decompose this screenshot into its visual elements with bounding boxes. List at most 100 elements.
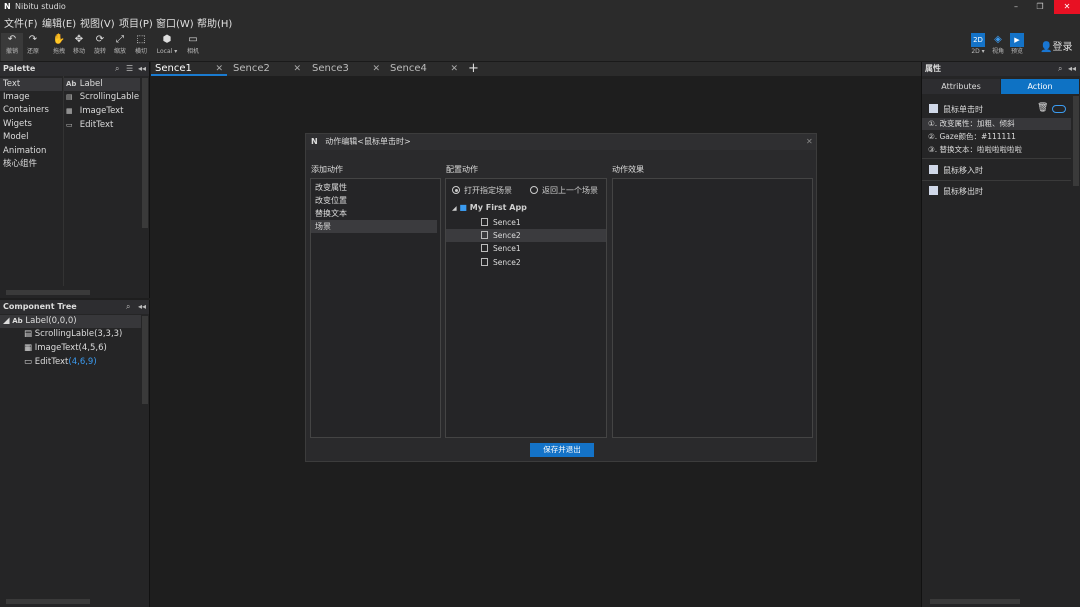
tab-label: Sence3 [312, 63, 349, 74]
action-line-1[interactable]: ①. 改变属性：加粗、倾斜 [928, 118, 1015, 130]
close-window-button[interactable]: ✕ [1054, 0, 1080, 14]
action-change-property[interactable]: 改变属性 [311, 181, 437, 194]
palette-category-containers[interactable]: Containers [0, 104, 62, 117]
close-icon[interactable]: ✕ [215, 62, 223, 76]
menu-file[interactable]: 文件(F) [4, 15, 38, 30]
collapse-icon[interactable]: ◂◂ [1068, 62, 1076, 76]
palette-category-animation[interactable]: Animation [0, 145, 62, 158]
menu-view[interactable]: 视图(V) [80, 15, 115, 30]
palette-category-image[interactable]: Image [0, 91, 62, 104]
close-icon[interactable]: ✕ [806, 134, 813, 150]
event-mouse-leave[interactable]: 鼠标移出时 [929, 185, 1069, 198]
tab-sence1[interactable]: Sence1 ✕ [151, 62, 227, 76]
toggle-switch[interactable] [1052, 105, 1066, 113]
folder-icon: ■ [459, 203, 467, 212]
restore-button[interactable]: ❐ [1028, 0, 1052, 14]
scrolling-icon: ▤ [24, 329, 33, 339]
tab-sence2[interactable]: Sence2 ✕ [229, 62, 305, 76]
save-and-exit-button[interactable]: 保存并退出 [530, 443, 594, 457]
login-button[interactable]: 👤登录 [1040, 38, 1072, 53]
tree-hscrollbar[interactable] [6, 599, 90, 604]
properties-scrollbar[interactable] [1073, 96, 1079, 186]
scale-tool-button[interactable]: ⤢ 缩放 [109, 33, 131, 61]
rotate-tool-button[interactable]: ⟳ 旋转 [89, 33, 111, 61]
properties-hscrollbar[interactable] [930, 599, 1020, 604]
tab-attributes[interactable]: Attributes [922, 79, 1000, 94]
action-change-position[interactable]: 改变位置 [311, 194, 437, 207]
trash-icon[interactable]: 🗑 [1037, 103, 1048, 113]
search-icon[interactable]: ⌕ [115, 62, 119, 76]
camera-button[interactable]: ▭ 相机 [182, 33, 204, 61]
rect-tool-button[interactable]: ⬚ 横切 [130, 33, 152, 61]
tree-item-imagetext[interactable]: ▦ ImageText(4,5,6) [24, 342, 107, 355]
local-dropdown[interactable]: ⬢ Local ▾ [155, 33, 179, 61]
palette-category-text[interactable]: Text [0, 78, 62, 91]
palette-category-core[interactable]: 核心组件 [0, 158, 62, 171]
2d-label: 2D ▾ [971, 48, 985, 55]
palette-title: Palette [3, 64, 36, 73]
app-logo-icon: N [311, 137, 318, 146]
scene-item-sence1-b[interactable]: Sence1 [446, 242, 606, 255]
list-view-icon[interactable]: ☰ [126, 62, 133, 76]
undo-button[interactable]: ↶ 撤销 [1, 33, 23, 61]
document-icon [481, 258, 488, 266]
scene-item-sence1[interactable]: Sence1 [446, 216, 606, 229]
tree-item-scrollinglable[interactable]: ▤ ScrollingLable(3,3,3) [24, 328, 122, 341]
palette-panel: Palette ⌕ ☰ ◂◂ Text Image Containers Wig… [0, 62, 150, 298]
tree-item-edittext[interactable]: ▭ EditText(4,6,9) [24, 356, 97, 369]
move-icon: ✥ [74, 34, 84, 45]
imagetext-icon: ▦ [66, 107, 73, 115]
palette-hscrollbar[interactable] [6, 290, 90, 295]
close-icon[interactable]: ✕ [293, 62, 301, 76]
dialog-title: 动作编辑<鼠标单击时> [325, 137, 411, 146]
palette-item-imagetext[interactable]: ▦ ImageText [64, 105, 140, 118]
close-icon[interactable]: ✕ [450, 62, 458, 76]
menu-window[interactable]: 窗口(W) [156, 15, 194, 30]
palette-category-wigets[interactable]: Wigets [0, 118, 62, 131]
move-tool-button[interactable]: ✥ 移动 [68, 33, 90, 61]
close-icon[interactable]: ✕ [372, 62, 380, 76]
search-icon[interactable]: ⌕ [1058, 62, 1062, 76]
app-title: Nibitu studio [15, 2, 66, 11]
cursor-icon [929, 165, 938, 174]
radio-open-scene[interactable]: 打开指定场景 [452, 185, 512, 196]
drag-tool-button[interactable]: ✋ 拖拽 [48, 33, 70, 61]
palette-item-edittext[interactable]: ▭ EditText [64, 119, 140, 132]
collapse-icon[interactable]: ◂◂ [138, 300, 146, 314]
label-icon: Ab [12, 317, 23, 325]
collapse-icon[interactable]: ◂◂ [138, 62, 146, 76]
event-enter-label: 鼠标移入时 [943, 166, 983, 175]
radio-back-scene[interactable]: 返回上一个场景 [530, 185, 598, 196]
2d-mode-button[interactable]: 2D 2D ▾ [967, 33, 989, 61]
tree-scrollbar[interactable] [142, 316, 148, 404]
preview-button[interactable]: ▶ 预览 [1006, 33, 1028, 61]
action-replace-text[interactable]: 替换文本 [311, 207, 437, 220]
document-icon [481, 218, 488, 226]
minimize-button[interactable]: – [1004, 0, 1028, 14]
action-scene[interactable]: 场景 [311, 220, 437, 233]
scene-label: Sence1 [493, 218, 521, 227]
action-line-2[interactable]: ②. Gaze颜色：#111111 [928, 131, 1016, 143]
action-line-3[interactable]: ③. 替换文本：啦啦啦啦啦啦 [928, 144, 1022, 156]
search-icon[interactable]: ⌕ [126, 300, 130, 314]
imagetext-icon: ▦ [24, 343, 33, 353]
menu-edit[interactable]: 编辑(E) [42, 15, 76, 30]
scene-item-sence2[interactable]: Sence2 [446, 229, 606, 242]
add-tab-icon[interactable]: + [468, 61, 479, 76]
tab-sence3[interactable]: Sence3 ✕ [308, 62, 384, 76]
event-mouse-enter[interactable]: 鼠标移入时 [929, 164, 1069, 177]
palette-item-scrollinglable[interactable]: ▤ ScrollingLable [64, 91, 140, 104]
scene-tree-root[interactable]: ◢ ■ My First App [452, 203, 527, 212]
tree-root-label[interactable]: ◢ Ab Label(0,0,0) [0, 315, 141, 328]
palette-category-model[interactable]: Model [0, 131, 62, 144]
palette-scrollbar[interactable] [142, 78, 148, 228]
palette-item-label[interactable]: Ab Label [64, 78, 140, 91]
tab-action[interactable]: Action [1001, 79, 1079, 94]
tab-sence4[interactable]: Sence4 ✕ [386, 62, 462, 76]
user-icon: 👤 [1040, 42, 1053, 53]
scene-item-sence2-b[interactable]: Sence2 [446, 256, 606, 269]
menu-project[interactable]: 项目(P) [119, 15, 153, 30]
menu-help[interactable]: 帮助(H) [197, 15, 232, 30]
redo-button[interactable]: ↷ 还原 [22, 33, 44, 61]
cursor-icon [929, 104, 938, 113]
